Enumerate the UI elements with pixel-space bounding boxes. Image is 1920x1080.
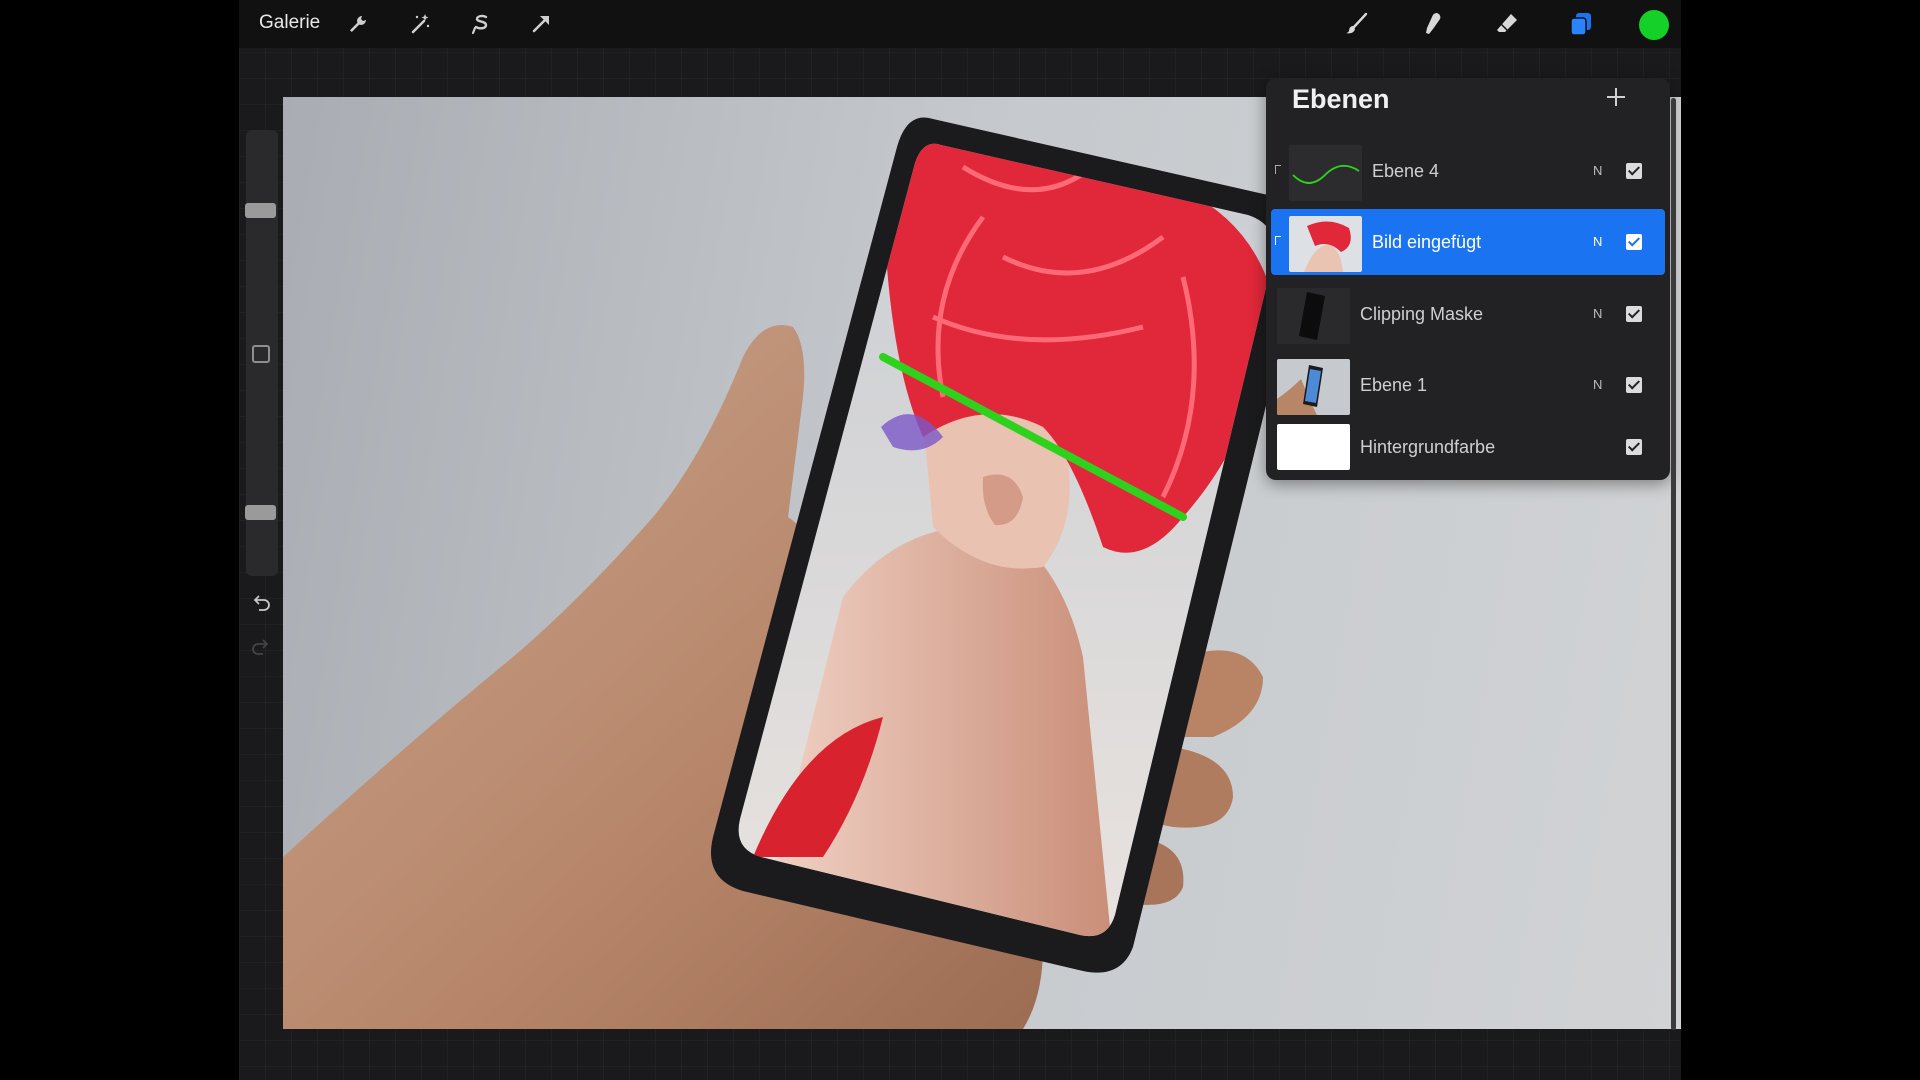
visibility-checkbox[interactable] — [1626, 306, 1642, 322]
brush-opacity-slider[interactable] — [245, 505, 276, 520]
layer-row-hintergrundfarbe[interactable]: Hintergrundfarbe — [1271, 416, 1665, 482]
redo-icon[interactable] — [249, 636, 273, 660]
eraser-icon[interactable] — [1492, 9, 1522, 39]
visibility-checkbox[interactable] — [1626, 377, 1642, 393]
layer-thumbnail — [1289, 145, 1362, 201]
visibility-checkbox[interactable] — [1626, 234, 1642, 250]
visibility-checkbox[interactable] — [1626, 163, 1642, 179]
blend-mode-button[interactable]: N — [1593, 163, 1602, 178]
undo-icon[interactable] — [249, 592, 273, 616]
layer-thumbnail — [1277, 424, 1350, 470]
brush-icon[interactable] — [1342, 9, 1372, 39]
layer-row-clipping-maske[interactable]: Clipping Maske N — [1271, 281, 1665, 347]
layer-thumbnail — [1289, 216, 1362, 272]
clip-indicator-icon — [1275, 165, 1281, 174]
layer-thumbnail — [1277, 288, 1350, 344]
clip-indicator-icon — [1275, 236, 1281, 245]
layer-row-ebene-4[interactable]: Ebene 4 N — [1271, 138, 1665, 204]
layer-name: Bild eingefügt — [1372, 232, 1482, 252]
smudge-icon[interactable] — [1417, 9, 1447, 39]
top-toolbar: Galerie — [239, 0, 1681, 48]
blend-mode-button[interactable]: N — [1593, 234, 1602, 249]
layer-name: Hintergrundfarbe — [1360, 437, 1496, 457]
brush-size-slider[interactable] — [245, 203, 276, 218]
layer-name: Clipping Maske — [1360, 304, 1484, 324]
procreate-app: Galerie Ebenen Ebene 4 N Bild eingefügt … — [239, 0, 1681, 1080]
gallery-button[interactable]: Galerie — [259, 12, 320, 34]
layer-row-ebene-1[interactable]: Ebene 1 N — [1271, 352, 1665, 418]
plus-icon[interactable] — [1603, 84, 1629, 110]
layer-name: Ebene 4 — [1372, 161, 1440, 181]
blend-mode-button[interactable]: N — [1593, 377, 1602, 392]
layer-row-bild-eingefuegt[interactable]: Bild eingefügt N — [1271, 209, 1665, 275]
selection-icon[interactable] — [466, 9, 496, 39]
canvas-edge-scrollbar[interactable] — [1671, 98, 1676, 1030]
blend-mode-button[interactable]: N — [1593, 306, 1602, 321]
layers-icon[interactable] — [1566, 9, 1596, 39]
wrench-icon[interactable] — [343, 9, 373, 39]
modify-button[interactable] — [252, 345, 270, 363]
transform-arrow-icon[interactable] — [526, 9, 556, 39]
layer-name: Ebene 1 — [1360, 375, 1428, 395]
layers-panel-title: Ebenen — [1292, 84, 1390, 114]
visibility-checkbox[interactable] — [1626, 439, 1642, 455]
color-picker-button[interactable] — [1639, 10, 1669, 40]
layer-thumbnail — [1277, 359, 1350, 415]
magic-wand-icon[interactable] — [405, 9, 435, 39]
